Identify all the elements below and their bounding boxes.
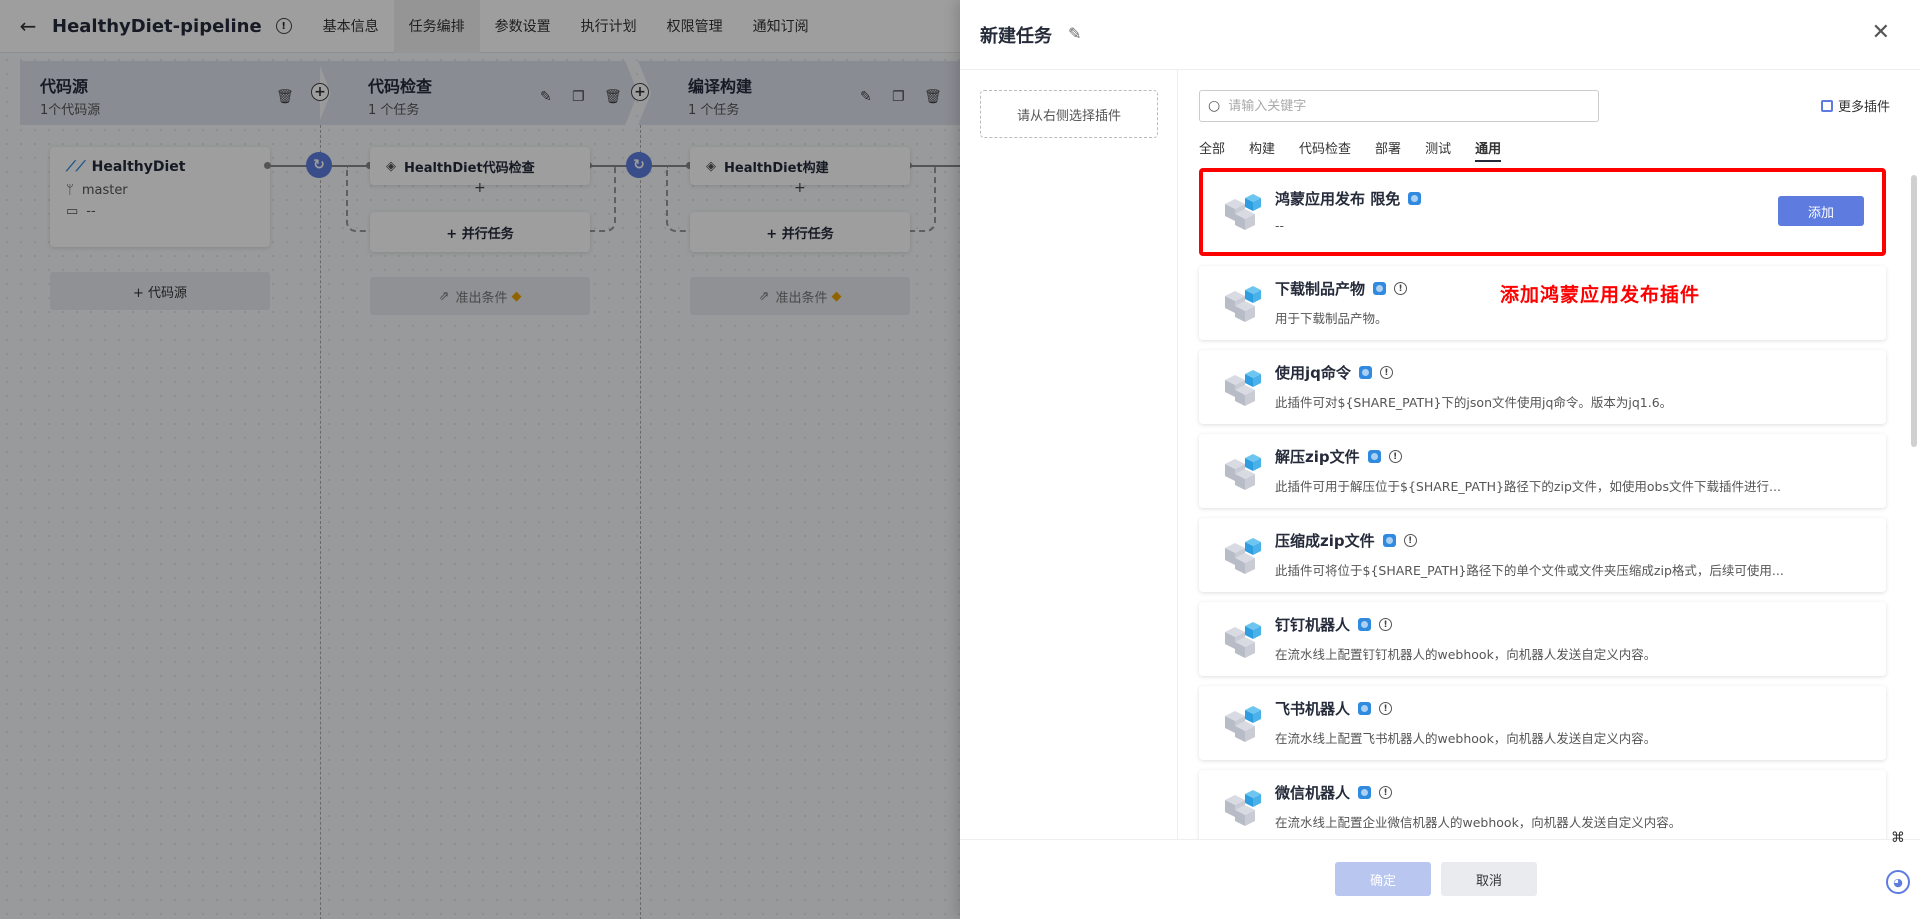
tab-all[interactable]: 全部: [1199, 138, 1225, 162]
info-icon[interactable]: !: [1379, 618, 1393, 631]
plugin-category-tabs: 全部 构建 代码检查 部署 测试 通用: [1199, 138, 1525, 162]
info-icon[interactable]: !: [1379, 702, 1393, 715]
plugin-desc: 此插件可用于解压位于${SHARE_PATH}路径下的zip文件，如使用obs文…: [1275, 479, 1781, 494]
plugin-name-row: 解压zip文件!: [1275, 446, 1402, 467]
plugin-name: 解压zip文件: [1275, 448, 1360, 466]
plugin-cube-icon: [1225, 370, 1261, 406]
plugin-name-row: 使用jq命令!: [1275, 362, 1393, 383]
plugin-name-row: 鸿蒙应用发布 限免: [1275, 188, 1422, 209]
verified-badge-icon: [1408, 192, 1422, 205]
plugin-name: 压缩成zip文件: [1275, 532, 1375, 550]
tab-code-check[interactable]: 代码检查: [1299, 138, 1351, 162]
info-icon[interactable]: !: [1379, 786, 1393, 799]
plugin-name-row: 下载制品产物!: [1275, 278, 1408, 299]
add-plugin-button[interactable]: 添加: [1778, 196, 1864, 226]
plugin-item[interactable]: 解压zip文件! 此插件可用于解压位于${SHARE_PATH}路径下的zip文…: [1199, 434, 1886, 508]
info-icon[interactable]: !: [1403, 534, 1417, 547]
info-icon[interactable]: !: [1394, 282, 1408, 295]
tab-build[interactable]: 构建: [1249, 138, 1275, 162]
verified-badge-icon: [1358, 618, 1372, 631]
assistant-bot-icon[interactable]: ◕: [1886, 870, 1910, 894]
verified-badge-icon: [1382, 534, 1396, 547]
search-icon: ○: [1208, 98, 1221, 114]
drawer-footer: 确定 取消: [960, 839, 1920, 919]
info-icon[interactable]: !: [1379, 366, 1393, 379]
info-icon[interactable]: !: [1388, 450, 1402, 463]
plugin-name-row: 压缩成zip文件!: [1275, 530, 1417, 551]
drawer-header: 新建任务 ✎ ✕: [960, 0, 1920, 70]
plugin-item[interactable]: 飞书机器人! 在流水线上配置飞书机器人的webhook，向机器人发送自定义内容。: [1199, 686, 1886, 760]
confirm-button[interactable]: 确定: [1335, 862, 1431, 896]
verified-badge-icon: [1358, 702, 1372, 715]
cancel-button[interactable]: 取消: [1441, 862, 1537, 896]
verified-badge-icon: [1373, 282, 1387, 295]
plugin-item[interactable]: 钉钉机器人! 在流水线上配置钉钉机器人的webhook，向机器人发送自定义内容。: [1199, 602, 1886, 676]
tab-deploy[interactable]: 部署: [1375, 138, 1401, 162]
plugin-list: 鸿蒙应用发布 限免 -- 添加 下载制品产物! 用于下载制品产物。 使用jq命令…: [1199, 168, 1886, 854]
plugin-name: 钉钉机器人: [1275, 616, 1351, 634]
plugin-cube-icon: [1225, 706, 1261, 742]
plugin-list-scrollbar[interactable]: [1911, 175, 1917, 447]
new-task-drawer: 新建任务 ✎ ✕ 请从右侧选择插件 ○ 更多插件 全部 构建 代码检查 部署 测…: [960, 0, 1920, 919]
plugin-name-row: 微信机器人!: [1275, 782, 1393, 803]
plugin-name-row: 飞书机器人!: [1275, 698, 1393, 719]
verified-badge-icon: [1358, 366, 1372, 379]
plugin-name: 飞书机器人: [1275, 700, 1351, 718]
plugin-item[interactable]: 使用jq命令! 此插件可对${SHARE_PATH}下的json文件使用jq命令…: [1199, 350, 1886, 424]
plugin-desc: 此插件可将位于${SHARE_PATH}路径下的单个文件或文件夹压缩成zip格式…: [1275, 563, 1784, 578]
plugin-cube-icon: [1225, 454, 1261, 490]
tab-general[interactable]: 通用: [1475, 138, 1502, 162]
plugin-cube-icon: [1225, 194, 1261, 230]
more-plugins-label: 更多插件: [1837, 100, 1890, 115]
drawer-title: 新建任务: [980, 26, 1052, 47]
search-input[interactable]: [1228, 98, 1569, 114]
pick-plugin-hint: 请从右侧选择插件: [980, 90, 1158, 138]
plugin-desc: 在流水线上配置企业微信机器人的webhook，向机器人发送自定义内容。: [1275, 815, 1682, 830]
plugin-item-harmony-publish[interactable]: 鸿蒙应用发布 限免 -- 添加: [1199, 168, 1886, 256]
plugin-desc: 在流水线上配置钉钉机器人的webhook，向机器人发送自定义内容。: [1275, 647, 1657, 662]
plugin-name: 鸿蒙应用发布 限免: [1275, 190, 1401, 208]
close-icon[interactable]: ✕: [1872, 20, 1890, 45]
plugin-name: 使用jq命令: [1275, 364, 1351, 382]
plugin-cube-icon: [1225, 622, 1261, 658]
plugin-cube-icon: [1225, 790, 1261, 826]
plugin-name-row: 钉钉机器人!: [1275, 614, 1393, 635]
more-plugins-link[interactable]: 更多插件: [1820, 96, 1890, 115]
plugin-store-icon: [1820, 99, 1833, 112]
edit-icon[interactable]: ✎: [1068, 24, 1081, 43]
plugin-desc: 此插件可对${SHARE_PATH}下的json文件使用jq命令。版本为jq1.…: [1275, 395, 1673, 410]
plugin-item[interactable]: 微信机器人! 在流水线上配置企业微信机器人的webhook，向机器人发送自定义内…: [1199, 770, 1886, 844]
verified-badge-icon: [1367, 450, 1381, 463]
verified-badge-icon: [1358, 786, 1372, 799]
plugin-name: 微信机器人: [1275, 784, 1351, 802]
plugin-cube-icon: [1225, 286, 1261, 322]
plugin-search[interactable]: ○: [1199, 90, 1599, 122]
tab-test[interactable]: 测试: [1425, 138, 1451, 162]
annotation-text: 添加鸿蒙应用发布插件: [1500, 284, 1701, 306]
plugin-desc: 用于下载制品产物。: [1275, 311, 1388, 326]
plugin-desc: --: [1275, 218, 1285, 233]
selected-plugins-panel: 请从右侧选择插件: [960, 70, 1178, 839]
plugin-desc: 在流水线上配置飞书机器人的webhook，向机器人发送自定义内容。: [1275, 731, 1657, 746]
plugin-name: 下载制品产物: [1275, 280, 1366, 298]
plugin-cube-icon: [1225, 538, 1261, 574]
apps-grid-icon[interactable]: ⌘: [1886, 826, 1910, 850]
plugin-item[interactable]: 压缩成zip文件! 此插件可将位于${SHARE_PATH}路径下的单个文件或文…: [1199, 518, 1886, 592]
